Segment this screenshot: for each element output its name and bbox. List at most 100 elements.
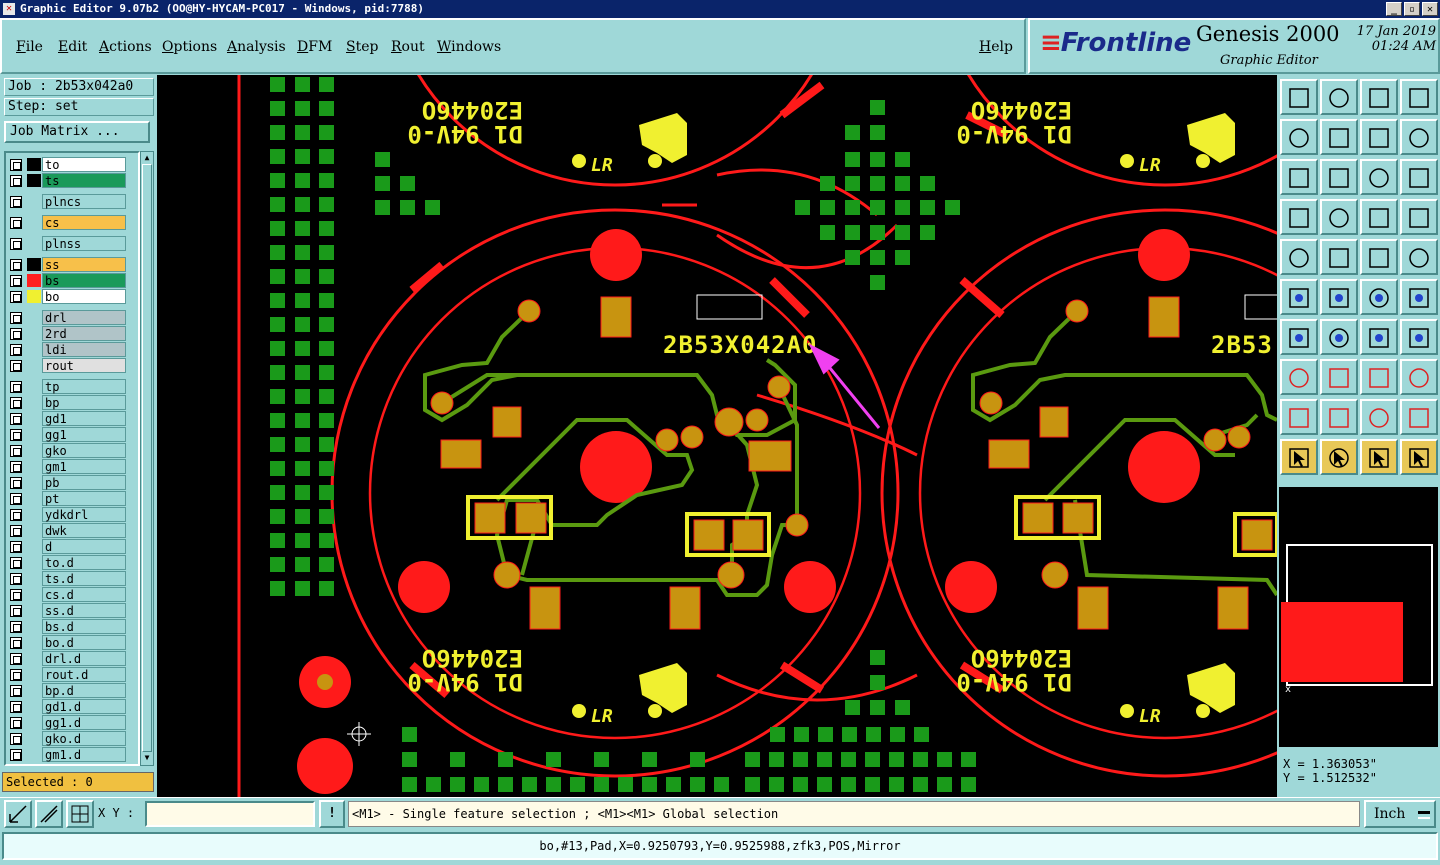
- layer-name[interactable]: cs.d: [42, 587, 126, 602]
- unit-select[interactable]: Inch: [1364, 800, 1436, 828]
- layer-name[interactable]: gg1: [42, 427, 126, 442]
- layer-checkbox[interactable]: [10, 477, 22, 489]
- layer-row-gm1[interactable]: gm1: [8, 459, 138, 474]
- triangle-c-button[interactable]: [1360, 399, 1398, 435]
- layer-name[interactable]: gm1.d: [42, 747, 126, 762]
- layer-row-ts-d[interactable]: ts.d: [8, 571, 138, 586]
- layer-name[interactable]: d: [42, 539, 126, 554]
- pointer-button[interactable]: [1280, 439, 1318, 475]
- layer-row-plnss[interactable]: plnss: [8, 236, 138, 251]
- zoom-home-button[interactable]: [1280, 79, 1318, 115]
- layer-color-swatch[interactable]: [27, 290, 41, 303]
- layer-row-to-d[interactable]: to.d: [8, 555, 138, 570]
- layer-checkbox[interactable]: [10, 701, 22, 713]
- layer-row-ydkdrl[interactable]: ydkdrl: [8, 507, 138, 522]
- layer-checkbox[interactable]: [10, 397, 22, 409]
- layer-row-pt[interactable]: pt: [8, 491, 138, 506]
- layer-name[interactable]: bo.d: [42, 635, 126, 650]
- scroll-up-icon[interactable]: ▲: [142, 153, 152, 163]
- layer-row-bo[interactable]: bo: [8, 289, 138, 304]
- layer-name[interactable]: ss: [42, 257, 126, 272]
- scroll-down-icon[interactable]: ▼: [142, 753, 152, 763]
- swap-button[interactable]: [1360, 119, 1398, 155]
- menu-windows[interactable]: Windows: [437, 39, 501, 55]
- layer-name[interactable]: rout.d: [42, 667, 126, 682]
- layer-checkbox[interactable]: [10, 685, 22, 697]
- layer-color-swatch[interactable]: [27, 158, 41, 171]
- layer-color-swatch[interactable]: [27, 556, 41, 569]
- pliers-button[interactable]: [1280, 199, 1318, 235]
- layer-checkbox[interactable]: [10, 238, 22, 250]
- maximize-button[interactable]: ▫: [1404, 2, 1420, 16]
- pointer-box-button[interactable]: [1320, 439, 1358, 475]
- layer-name[interactable]: drl: [42, 310, 126, 325]
- app-icon[interactable]: ✕: [3, 3, 15, 15]
- layer-row-plncs[interactable]: plncs: [8, 194, 138, 209]
- arc-button[interactable]: [1360, 319, 1398, 355]
- layer-checkbox[interactable]: [10, 717, 22, 729]
- layer-checkbox[interactable]: [10, 429, 22, 441]
- layer-name[interactable]: rout: [42, 358, 126, 373]
- layer-name[interactable]: plnss: [42, 236, 126, 251]
- layer-name[interactable]: pt: [42, 491, 126, 506]
- layer-color-swatch[interactable]: [27, 476, 41, 489]
- grid-button[interactable]: [66, 800, 94, 828]
- layer-checkbox[interactable]: [10, 275, 22, 287]
- measure-button[interactable]: [1360, 279, 1398, 315]
- layer-name[interactable]: gko.d: [42, 731, 126, 746]
- measure-button[interactable]: [35, 800, 63, 828]
- connect-button[interactable]: [1280, 279, 1318, 315]
- layer-name[interactable]: gko: [42, 443, 126, 458]
- layer-row-bp[interactable]: bp: [8, 395, 138, 410]
- scroll-thumb[interactable]: [142, 164, 152, 752]
- layer-name[interactable]: 2rd: [42, 326, 126, 341]
- layer-row-ss-d[interactable]: ss.d: [8, 603, 138, 618]
- zoom-in-button[interactable]: [1320, 159, 1358, 195]
- layer-name[interactable]: gm1: [42, 459, 126, 474]
- layer-row-gko[interactable]: gko: [8, 443, 138, 458]
- layer-color-swatch[interactable]: [27, 620, 41, 633]
- layer-row-bs-d[interactable]: bs.d: [8, 619, 138, 634]
- layer-checkbox[interactable]: [10, 525, 22, 537]
- overview-svg[interactable]: x: [1279, 487, 1438, 747]
- redraw-button[interactable]: [1400, 119, 1438, 155]
- ruler-button[interactable]: [1360, 239, 1398, 275]
- layer-name[interactable]: gg1.d: [42, 715, 126, 730]
- layer-checkbox[interactable]: [10, 637, 22, 649]
- layer-color-swatch[interactable]: [27, 700, 41, 713]
- layer-color-swatch[interactable]: [27, 492, 41, 505]
- layer-name[interactable]: ydkdrl: [42, 507, 126, 522]
- layer-row-drl[interactable]: drl: [8, 310, 138, 325]
- layer-checkbox[interactable]: [10, 217, 22, 229]
- layer-color-swatch[interactable]: [27, 311, 41, 324]
- layer-color-swatch[interactable]: [27, 460, 41, 473]
- layer-color-swatch[interactable]: [27, 652, 41, 665]
- group-button[interactable]: [1400, 359, 1438, 395]
- menu-analysis[interactable]: Analysis: [227, 39, 286, 55]
- triangle-button[interactable]: [1280, 399, 1318, 435]
- layer-color-swatch[interactable]: [27, 412, 41, 425]
- layer-color-swatch[interactable]: [27, 428, 41, 441]
- layer-row-ldi[interactable]: ldi: [8, 342, 138, 357]
- layer-name[interactable]: ts.d: [42, 571, 126, 586]
- layer-color-swatch[interactable]: [27, 540, 41, 553]
- line-button[interactable]: [1320, 359, 1358, 395]
- layer-row-to[interactable]: to: [8, 157, 138, 172]
- layer-color-swatch[interactable]: [27, 524, 41, 537]
- split-view-button[interactable]: [1400, 79, 1438, 115]
- angle-button[interactable]: [1280, 319, 1318, 355]
- layer-filter-red-button[interactable]: [1400, 199, 1438, 235]
- layer-name[interactable]: tp: [42, 379, 126, 394]
- layer-row-cs-d[interactable]: cs.d: [8, 587, 138, 602]
- layer-name[interactable]: pb: [42, 475, 126, 490]
- snap-button[interactable]: [1320, 199, 1358, 235]
- zoom-reset-button[interactable]: [1320, 79, 1358, 115]
- layer-checkbox[interactable]: [10, 259, 22, 271]
- layer-name[interactable]: bs: [42, 273, 126, 288]
- menu-options[interactable]: Options: [162, 39, 217, 55]
- layer-checkbox[interactable]: [10, 541, 22, 553]
- select-box-button[interactable]: [1400, 239, 1438, 275]
- layer-color-swatch[interactable]: [27, 327, 41, 340]
- minimize-button[interactable]: _: [1386, 2, 1402, 16]
- layer-name[interactable]: ts: [42, 173, 126, 188]
